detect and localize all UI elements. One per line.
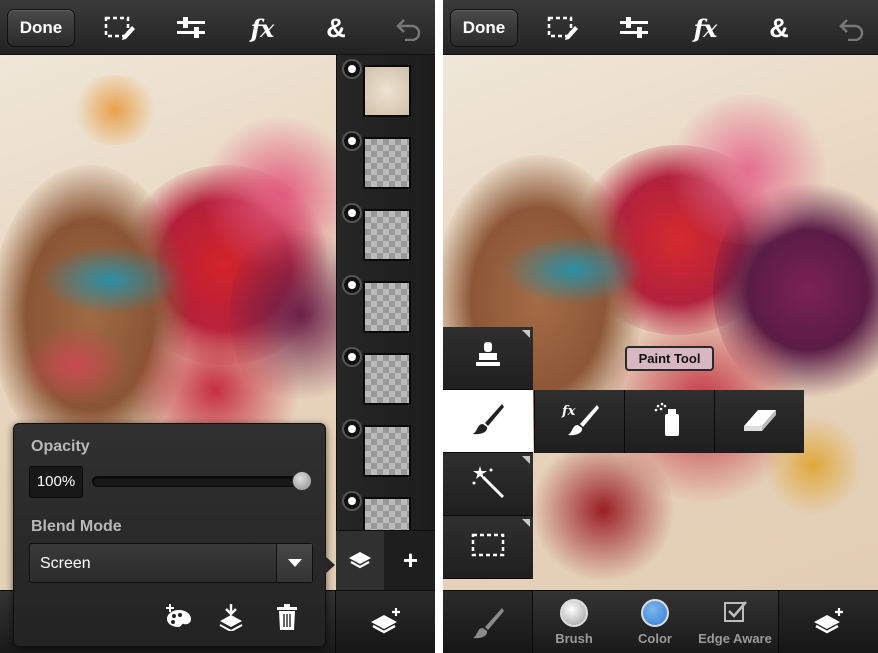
layer-item[interactable] xyxy=(337,343,435,415)
fx-icon[interactable]: fx xyxy=(688,12,722,44)
layer-visibility-toggle[interactable] xyxy=(342,203,362,223)
svg-text:fx: fx xyxy=(561,404,576,419)
ampersand-icon[interactable]: & xyxy=(762,12,796,44)
brush-setting-button[interactable]: Brush xyxy=(543,591,605,653)
paint-tool-tooltip: Paint Tool xyxy=(625,346,714,371)
blend-mode-value: Screen xyxy=(40,555,91,572)
fx-icon[interactable]: fx xyxy=(245,12,279,44)
ampersand-icon[interactable]: & xyxy=(319,12,353,44)
selection-edit-icon[interactable] xyxy=(103,12,137,44)
undo-icon[interactable] xyxy=(835,12,869,44)
trash-icon[interactable] xyxy=(272,602,302,632)
spray-icon xyxy=(652,400,688,443)
brush-icon xyxy=(471,402,505,441)
edge-aware-label: Edge Aware xyxy=(698,631,772,646)
layer-visibility-toggle[interactable] xyxy=(342,59,362,79)
submenu-corner xyxy=(522,519,530,527)
fx-brush-icon: fx xyxy=(561,401,599,442)
marquee-tool-button[interactable] xyxy=(443,516,533,579)
layer-visibility-toggle[interactable] xyxy=(342,491,362,511)
layer-visibility-toggle[interactable] xyxy=(342,347,362,367)
current-tool-brush-button[interactable] xyxy=(443,591,533,653)
done-button[interactable]: Done xyxy=(450,9,518,47)
left-screen: Done fx & + Opacity 100% Blend Mode Scre… xyxy=(0,0,435,653)
opacity-slider[interactable] xyxy=(92,476,312,487)
eraser-icon xyxy=(740,404,780,439)
layer-item[interactable] xyxy=(337,271,435,343)
eraser-button[interactable] xyxy=(714,390,804,453)
blend-mode-select[interactable]: Screen xyxy=(29,543,313,583)
layer-thumbnail[interactable] xyxy=(363,281,411,333)
marquee-icon xyxy=(471,532,505,563)
blend-mode-label: Blend Mode xyxy=(31,518,122,535)
layer-thumbnail[interactable] xyxy=(363,65,411,117)
layers-footer: + xyxy=(336,530,435,591)
add-layer-from-photo-icon[interactable] xyxy=(164,602,194,632)
selection-edit-icon[interactable] xyxy=(546,12,580,44)
top-toolbar: Done fx & xyxy=(443,0,878,55)
stamp-tool-button[interactable] xyxy=(443,327,533,390)
adjustments-icon[interactable] xyxy=(174,12,208,44)
color-setting-button[interactable]: Color xyxy=(625,591,685,653)
popup-pointer xyxy=(325,556,335,574)
layer-visibility-toggle[interactable] xyxy=(342,275,362,295)
spray-button[interactable] xyxy=(624,390,714,453)
stamp-icon xyxy=(473,341,503,376)
fx-brush-button[interactable]: fx xyxy=(534,390,624,453)
chevron-down-icon[interactable] xyxy=(276,544,312,582)
opacity-value-field[interactable]: 100% xyxy=(29,466,83,498)
adjustments-icon[interactable] xyxy=(617,12,651,44)
submenu-corner xyxy=(522,456,530,464)
magic-wand-icon xyxy=(471,465,505,504)
layer-thumbnail[interactable] xyxy=(363,425,411,477)
layer-thumbnail[interactable] xyxy=(363,137,411,189)
add-layer-button[interactable]: + xyxy=(386,531,435,591)
add-layer-icon[interactable] xyxy=(778,591,878,653)
layers-panel xyxy=(336,55,435,549)
layer-item[interactable] xyxy=(337,415,435,487)
layer-thumbnail[interactable] xyxy=(363,353,411,405)
opacity-slider-knob[interactable] xyxy=(292,471,312,491)
layer-visibility-toggle[interactable] xyxy=(342,131,362,151)
layer-visibility-toggle[interactable] xyxy=(342,419,362,439)
paint-tool-button[interactable] xyxy=(443,390,533,453)
magic-wand-tool-button[interactable] xyxy=(443,453,533,516)
bottom-bar: Brush Color Edge Aware xyxy=(443,590,878,653)
color-swatch xyxy=(641,599,669,627)
checkbox-icon xyxy=(724,600,748,629)
top-toolbar: Done fx & xyxy=(0,0,435,55)
done-button[interactable]: Done xyxy=(7,9,75,47)
opacity-label: Opacity xyxy=(31,438,90,455)
add-layer-icon[interactable] xyxy=(335,591,435,653)
layers-icon[interactable] xyxy=(336,531,384,591)
color-label: Color xyxy=(638,631,672,646)
layer-item[interactable] xyxy=(337,199,435,271)
brush-label: Brush xyxy=(555,631,593,646)
layer-item[interactable] xyxy=(337,55,435,127)
layer-thumbnail[interactable] xyxy=(363,209,411,261)
right-screen: Done fx & fx Paint Tool Brush Color Edge… xyxy=(443,0,878,653)
brush-swatch xyxy=(560,599,588,627)
submenu-corner xyxy=(522,330,530,338)
edge-aware-toggle[interactable]: Edge Aware xyxy=(695,591,775,653)
layer-properties-popup: Opacity 100% Blend Mode Screen xyxy=(13,423,326,647)
layer-item[interactable] xyxy=(337,127,435,199)
merge-down-icon[interactable] xyxy=(216,602,246,632)
undo-icon[interactable] xyxy=(392,12,426,44)
